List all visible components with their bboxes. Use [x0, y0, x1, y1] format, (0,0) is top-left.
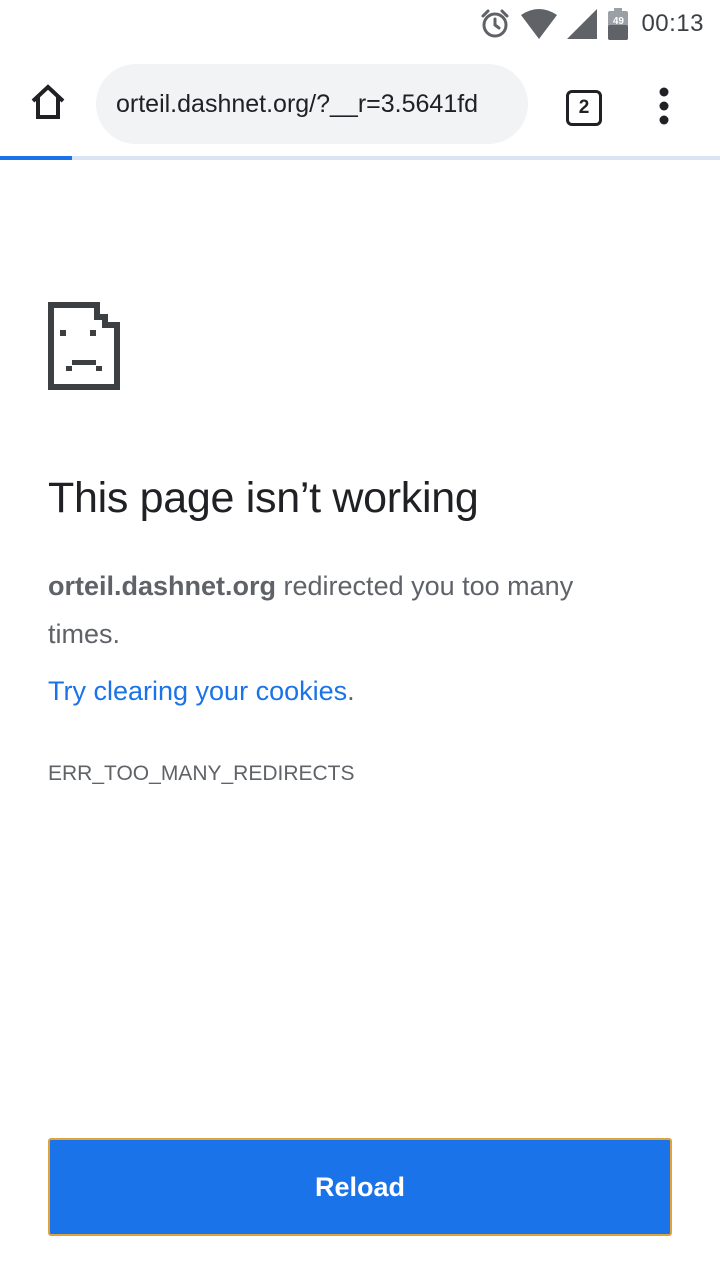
error-host: orteil.dashnet.org: [48, 571, 277, 601]
clear-cookies-link[interactable]: Try clearing your cookies: [48, 676, 347, 706]
url-bar[interactable]: orteil.dashnet.org/?__r=3.5641fd: [96, 64, 528, 144]
load-progress-fill: [0, 156, 72, 160]
error-suggestion: Try clearing your cookies.: [48, 676, 355, 707]
url-fade: [478, 64, 508, 144]
status-icons: 49 00:13: [479, 6, 704, 42]
tab-switcher-button[interactable]: 2: [560, 84, 608, 132]
tab-count: 2: [566, 90, 602, 126]
status-bar: 49 00:13: [0, 0, 720, 48]
error-message: orteil.dashnet.org redirected you too ma…: [48, 562, 628, 658]
error-heading: This page isn’t working: [48, 474, 479, 522]
cell-signal-icon: [567, 9, 598, 39]
wifi-icon: [521, 9, 558, 39]
home-button[interactable]: [20, 80, 76, 128]
alarm-icon: [479, 8, 511, 40]
battery-icon: 49: [607, 8, 629, 40]
suggestion-suffix: .: [347, 676, 355, 706]
load-progress-bar: [0, 156, 720, 160]
battery-level: 49: [612, 16, 624, 27]
home-icon: [28, 82, 68, 127]
sad-page-icon: [48, 302, 120, 395]
menu-button[interactable]: [640, 84, 688, 132]
reload-button[interactable]: Reload: [48, 1138, 672, 1236]
error-code: ERR_TOO_MANY_REDIRECTS: [48, 762, 355, 785]
more-vert-icon: [658, 86, 670, 131]
url-text: orteil.dashnet.org/?__r=3.5641fd: [116, 90, 479, 118]
browser-toolbar: orteil.dashnet.org/?__r=3.5641fd 2: [0, 48, 720, 156]
status-clock: 00:13: [641, 10, 704, 37]
